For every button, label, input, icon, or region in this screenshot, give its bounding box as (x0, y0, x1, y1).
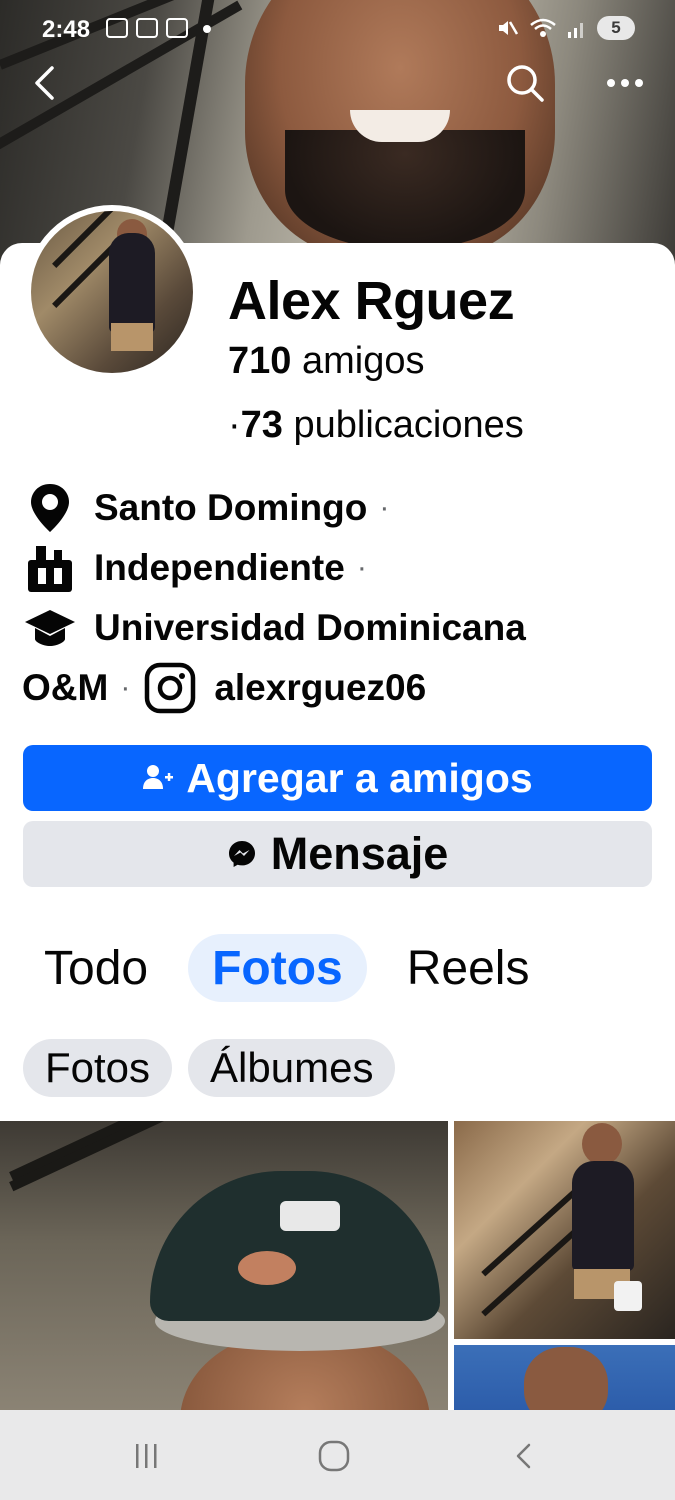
instagram-icon (142, 660, 198, 716)
education-instagram-row: O&M · alexrguez06 (22, 660, 662, 716)
search-button[interactable] (500, 58, 550, 108)
chevron-left-icon (516, 1443, 531, 1469)
wifi-icon (530, 18, 556, 37)
subtab-fotos[interactable]: Fotos (23, 1039, 173, 1097)
location-pin-icon (22, 480, 78, 536)
signal-icon (568, 23, 583, 38)
add-friend-button[interactable]: Agregar a amigos (23, 745, 652, 811)
profile-name: Alex Rguez (228, 271, 515, 331)
recent-apps-button[interactable] (126, 1438, 166, 1474)
messenger-icon (228, 841, 255, 867)
message-button[interactable]: Mensaje (23, 821, 652, 887)
home-icon (318, 1440, 350, 1472)
more-options-button[interactable] (600, 58, 650, 108)
profile-avatar[interactable] (25, 205, 199, 379)
education-row: Universidad Dominicana (22, 600, 662, 656)
back-button[interactable] (22, 58, 72, 108)
briefcase-building-icon (22, 540, 78, 596)
location-row: Santo Domingo · (22, 480, 662, 536)
home-button[interactable] (314, 1438, 354, 1474)
photo-thumbnail[interactable] (0, 1121, 448, 1421)
status-bar: 2:48 5 (0, 0, 675, 60)
mute-icon (499, 21, 519, 35)
status-time: 2:48 (42, 16, 91, 43)
search-icon (507, 65, 544, 102)
add-friend-icon (143, 765, 174, 789)
back-nav-button[interactable] (504, 1438, 544, 1474)
more-dots-icon (607, 79, 643, 87)
recent-apps-icon (136, 1444, 157, 1468)
notification-dot (203, 25, 211, 33)
instagram-handle[interactable]: alexrguez06 (214, 667, 426, 709)
work-row: Independiente · (22, 540, 662, 596)
profile-tabs: Todo Fotos Reels (20, 934, 553, 1002)
notification-icons (106, 18, 188, 38)
back-arrow-icon (35, 66, 54, 100)
tab-todo[interactable]: Todo (20, 934, 172, 1002)
system-navigation-bar (0, 1410, 675, 1500)
friends-count[interactable]: 710 amigos (228, 340, 424, 383)
photo-subtabs: Fotos Álbumes (23, 1039, 396, 1097)
tab-reels[interactable]: Reels (383, 934, 554, 1002)
tab-fotos[interactable]: Fotos (188, 934, 367, 1002)
subtab-albumes[interactable]: Álbumes (188, 1039, 396, 1097)
photo-thumbnail[interactable] (454, 1121, 675, 1339)
posts-count: ·73 publicaciones (228, 404, 524, 446)
graduation-cap-icon (22, 600, 78, 656)
battery-icon: 5 (597, 16, 635, 40)
